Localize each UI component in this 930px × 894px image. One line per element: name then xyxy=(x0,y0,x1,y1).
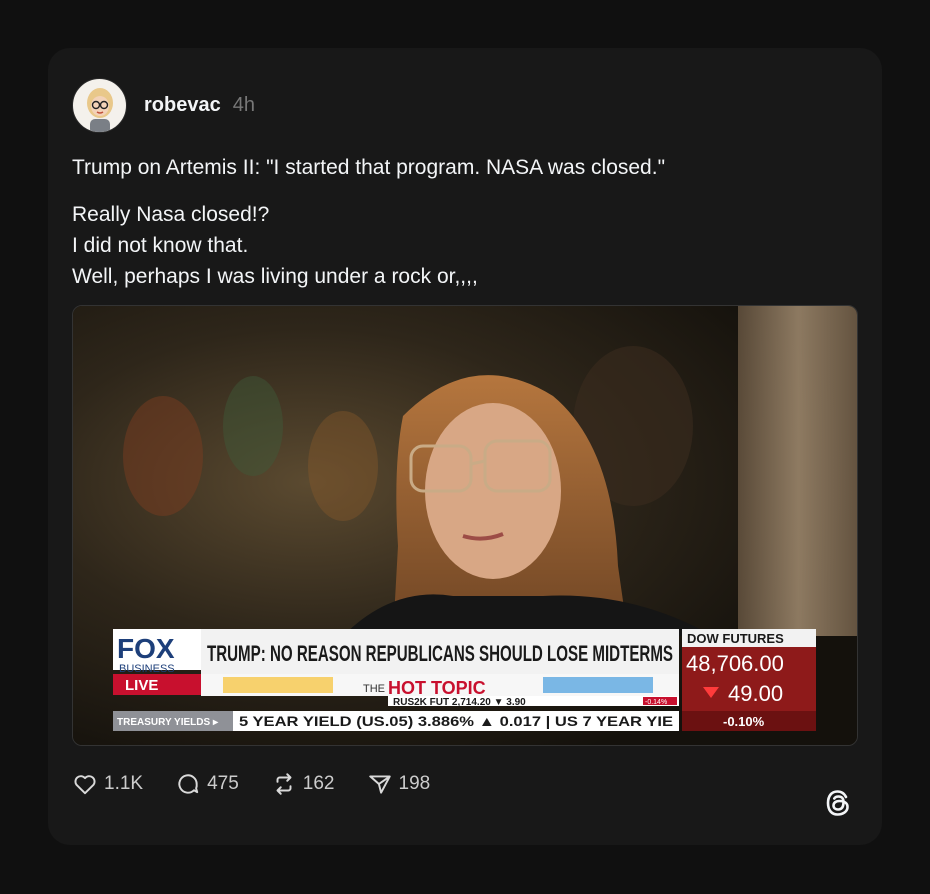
like-count: 1.1K xyxy=(104,773,144,794)
repost-count: 162 xyxy=(302,773,335,794)
action-bar: 1.1K 475 162 198 xyxy=(72,768,462,800)
username[interactable]: robevac xyxy=(144,94,221,117)
dow-change: 49.00 xyxy=(728,681,783,706)
post-text-line: I did not know that. xyxy=(72,234,249,257)
post-time: 4h xyxy=(232,93,255,116)
dow-label: DOW FUTURES xyxy=(687,631,784,646)
reply-button[interactable]: 475 xyxy=(175,771,239,797)
like-button[interactable]: 1.1K xyxy=(72,771,143,797)
dow-pct: -0.10% xyxy=(723,714,765,729)
threads-logo-icon[interactable] xyxy=(822,786,856,820)
live-badge: LIVE xyxy=(125,677,158,694)
post-text-line: Really Nasa closed!? xyxy=(72,203,270,226)
post-header: robevac 4h xyxy=(72,77,255,133)
comment-icon xyxy=(178,774,199,794)
repost-icon xyxy=(276,773,292,795)
post-card[interactable]: robevac 4h Trump on Artemis II: "I start… xyxy=(48,48,882,845)
ticker-mid-pct: -0.14% xyxy=(645,699,667,706)
reply-count: 475 xyxy=(207,773,239,794)
ticker-mid: RUS2K FUT 2,714.20 ▼ 3.90 xyxy=(393,697,526,708)
post-video[interactable]: FOX BUSINESS LIVE TRUMP: NO REASON REPUB… xyxy=(72,305,858,746)
avatar[interactable] xyxy=(72,77,127,133)
dow-value: 48,706.00 xyxy=(686,651,784,676)
headline: TRUMP: NO REASON REPUBLICANS SHOULD LOSE… xyxy=(207,641,673,666)
post-text-paragraph: Really Nasa closed!? I did not know that… xyxy=(72,199,478,292)
post-text-line: Well, perhaps I was living under a rock … xyxy=(72,265,478,288)
share-button[interactable]: 198 xyxy=(367,771,431,797)
send-icon xyxy=(368,775,391,794)
segment-title: HOT TOPIC xyxy=(388,678,486,698)
repost-button[interactable]: 162 xyxy=(271,771,335,797)
segment-prefix: THE xyxy=(363,683,385,695)
video-frame: FOX BUSINESS LIVE TRUMP: NO REASON REPUB… xyxy=(73,306,857,745)
post-text-line: Trump on Artemis II: "I started that pro… xyxy=(72,156,666,179)
share-count: 198 xyxy=(398,773,431,794)
network-logo: FOX xyxy=(117,633,175,664)
ticker-text: 5 YEAR YIELD (US.05) 3.886% ▲ 0.017 | US… xyxy=(239,713,673,729)
ticker-label: TREASURY YIELDS ▸ xyxy=(117,717,219,728)
network-sub: BUSINESS xyxy=(119,663,175,675)
heart-icon xyxy=(74,775,96,795)
